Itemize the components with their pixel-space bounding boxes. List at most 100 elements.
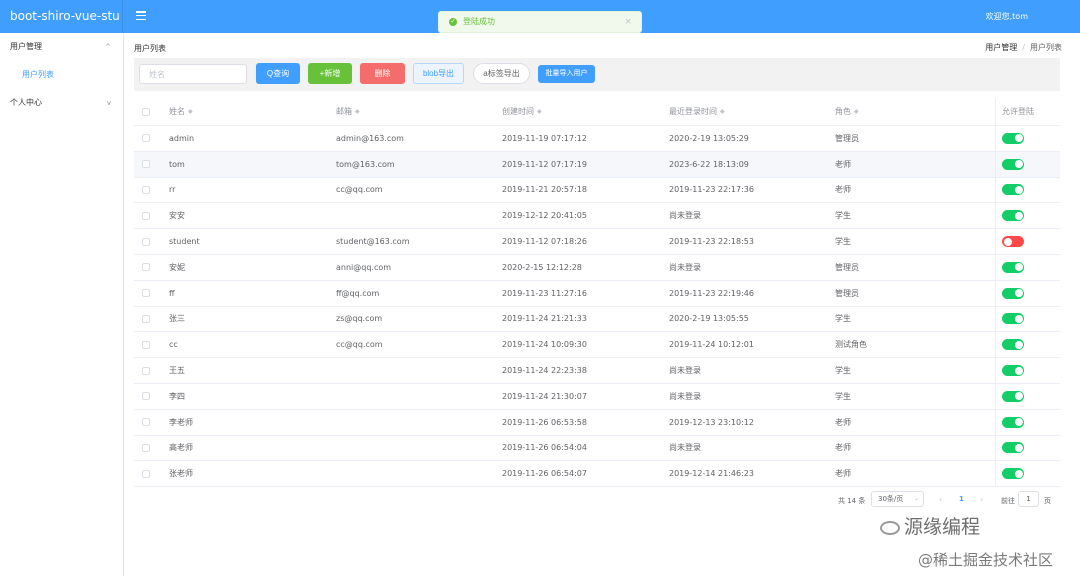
cell-last-login: 2023-6-22 18:13:09	[669, 159, 749, 169]
cell-created: 2019-11-23 11:27:16	[502, 288, 587, 298]
column-header-created[interactable]: 创建时间 ◆	[502, 98, 542, 125]
switch-knob	[1014, 185, 1023, 194]
row-checkbox[interactable]	[142, 263, 150, 272]
row-checkbox[interactable]	[142, 469, 150, 478]
row-checkbox[interactable]	[142, 134, 150, 143]
allow-login-switch[interactable]	[1002, 158, 1024, 170]
watermark-logo: 源缘编程	[880, 512, 980, 539]
sort-icon[interactable]: ◆	[854, 108, 859, 115]
add-button[interactable]: +新增	[308, 63, 352, 84]
search-input[interactable]	[139, 64, 247, 84]
table-row[interactable]: 李老师 2019-11-26 06:53:58 2019-12-13 23:10:1…	[134, 409, 1060, 436]
row-checkbox[interactable]	[142, 237, 150, 246]
table-row[interactable]: 李四 2019-11-24 21:30:07 尚未登录 学生	[134, 383, 1060, 410]
column-header-email[interactable]: 邮箱 ◆	[336, 98, 360, 125]
prev-page-icon[interactable]: ‹	[939, 495, 942, 504]
row-checkbox[interactable]	[142, 340, 150, 349]
select-all-checkbox[interactable]	[142, 107, 150, 116]
cell-created: 2019-11-26 06:54:04	[502, 443, 587, 453]
table-row[interactable]: 张三 zs@qq.com 2019-11-24 21:21:33 2020-2-19 …	[134, 306, 1060, 333]
allow-login-switch[interactable]	[1002, 339, 1024, 351]
row-checkbox[interactable]	[142, 211, 150, 220]
cell-role: 老师	[835, 469, 851, 479]
row-checkbox[interactable]	[142, 392, 150, 401]
pagination: 共 14 条 30条/页⌄ ‹ 1 › 前往 页	[124, 491, 1080, 511]
sidebar-item-personal-center[interactable]: 个人中心 v	[0, 89, 123, 117]
next-page-icon[interactable]: ›	[980, 495, 983, 504]
allow-login-switch[interactable]	[1002, 442, 1024, 454]
sort-icon[interactable]: ◆	[355, 108, 360, 115]
table-row[interactable]: 安妮 anni@qq.com 2020-2-15 12:12:28 尚未登录 管理员	[134, 254, 1060, 281]
allow-login-switch[interactable]	[1002, 210, 1024, 222]
table-row[interactable]: student student@163.com 2019-11-12 07:18:2…	[134, 229, 1060, 255]
column-header-last-login[interactable]: 最近登录时间 ◆	[669, 98, 725, 125]
allow-login-switch[interactable]	[1002, 132, 1024, 144]
table-row[interactable]: 张老师 2019-11-26 06:54:07 2019-12-14 21:46:2…	[134, 461, 1060, 488]
cell-role: 学生	[835, 314, 851, 324]
allow-login-switch[interactable]	[1002, 390, 1024, 402]
table-row[interactable]: rr cc@qq.com 2019-11-21 20:57:18 2019-11-23…	[134, 177, 1060, 204]
page-size-select[interactable]: 30条/页 ⌄	[871, 491, 924, 507]
app-brand[interactable]: boot-shiro-vue-stu	[0, 0, 123, 33]
allow-login-switch[interactable]	[1002, 236, 1024, 248]
cell-created: 2019-11-24 21:21:33	[502, 314, 587, 324]
check-circle-icon: ✓	[449, 17, 457, 26]
success-toast: ✓ 登陆成功 ×	[438, 11, 642, 33]
row-checkbox[interactable]	[142, 314, 150, 323]
row-checkbox[interactable]	[142, 289, 150, 298]
switch-knob	[1014, 134, 1023, 143]
allow-login-switch[interactable]	[1002, 184, 1024, 196]
sort-icon[interactable]: ◆	[188, 108, 193, 115]
sort-icon[interactable]: ◆	[720, 108, 725, 115]
batch-import-button[interactable]: 批量导入用户	[538, 65, 595, 83]
table-row[interactable]: tom tom@163.com 2019-11-12 07:17:19 2023-6-…	[134, 151, 1060, 178]
switch-knob	[1014, 366, 1023, 375]
column-header-role[interactable]: 角色 ◆	[835, 98, 859, 125]
table-row[interactable]: cc cc@qq.com 2019-11-24 10:09:30 2019-11-24…	[134, 332, 1060, 359]
page-unit-label: 页	[1044, 497, 1051, 505]
sort-icon[interactable]: ◆	[537, 108, 542, 115]
sidebar-item-user-management[interactable]: 用户管理 ^	[0, 33, 123, 61]
table-row[interactable]: ff ff@qq.com 2019-11-23 11:27:16 2019-11-23…	[134, 280, 1060, 307]
row-checkbox[interactable]	[142, 443, 150, 452]
allow-login-switch[interactable]	[1002, 365, 1024, 377]
table-row[interactable]: 王五 2019-11-24 22:23:38 尚未登录 学生	[134, 358, 1060, 384]
row-checkbox[interactable]	[142, 185, 150, 194]
goto-page-input[interactable]	[1018, 491, 1039, 507]
cell-role: 老师	[835, 185, 851, 195]
table-row[interactable]: 高老师 2019-11-26 06:54:04 尚未登录 老师	[134, 435, 1060, 462]
a-tag-export-button[interactable]: a标签导出	[473, 63, 530, 84]
blob-export-button[interactable]: blob导出	[413, 63, 464, 84]
menu-toggle-icon[interactable]	[136, 11, 146, 21]
welcome-user[interactable]: 欢迎您,tom	[986, 11, 1028, 22]
close-icon[interactable]: ×	[624, 12, 632, 32]
allow-login-switch[interactable]	[1002, 261, 1024, 273]
delete-button[interactable]: 删除	[360, 63, 405, 84]
cell-email: tom@163.com	[336, 159, 395, 169]
cell-last-login: 尚未登录	[669, 391, 701, 401]
switch-knob	[1014, 160, 1023, 169]
allow-login-switch[interactable]	[1002, 287, 1024, 299]
breadcrumb: 用户管理 / 用户列表	[985, 42, 1062, 53]
cell-email: anni@qq.com	[336, 262, 392, 272]
allow-login-switch[interactable]	[1002, 313, 1024, 325]
cell-last-login: 尚未登录	[669, 262, 701, 272]
page-number-current[interactable]: 1	[959, 495, 964, 503]
cell-last-login: 2019-12-13 23:10:12	[669, 417, 754, 427]
row-checkbox[interactable]	[142, 366, 150, 375]
breadcrumb-item-user-management[interactable]: 用户管理	[985, 43, 1017, 52]
cell-email: ff@qq.com	[336, 288, 380, 298]
query-button[interactable]: Q查询	[256, 63, 300, 84]
row-checkbox[interactable]	[142, 160, 150, 169]
table-row[interactable]: admin admin@163.com 2019-11-19 07:17:12 202…	[134, 126, 1060, 152]
table-row[interactable]: 安安 2019-12-12 20:41:05 尚未登录 学生	[134, 203, 1060, 230]
row-checkbox[interactable]	[142, 418, 150, 427]
cell-last-login: 2020-2-19 13:05:55	[669, 314, 749, 324]
allow-login-switch[interactable]	[1002, 416, 1024, 428]
column-header-name[interactable]: 姓名 ◆	[169, 98, 193, 125]
switch-knob	[1014, 289, 1023, 298]
switch-knob	[1003, 237, 1012, 246]
cell-role: 管理员	[835, 133, 859, 143]
sidebar-item-user-list[interactable]: 用户列表	[0, 61, 123, 89]
allow-login-switch[interactable]	[1002, 468, 1024, 480]
